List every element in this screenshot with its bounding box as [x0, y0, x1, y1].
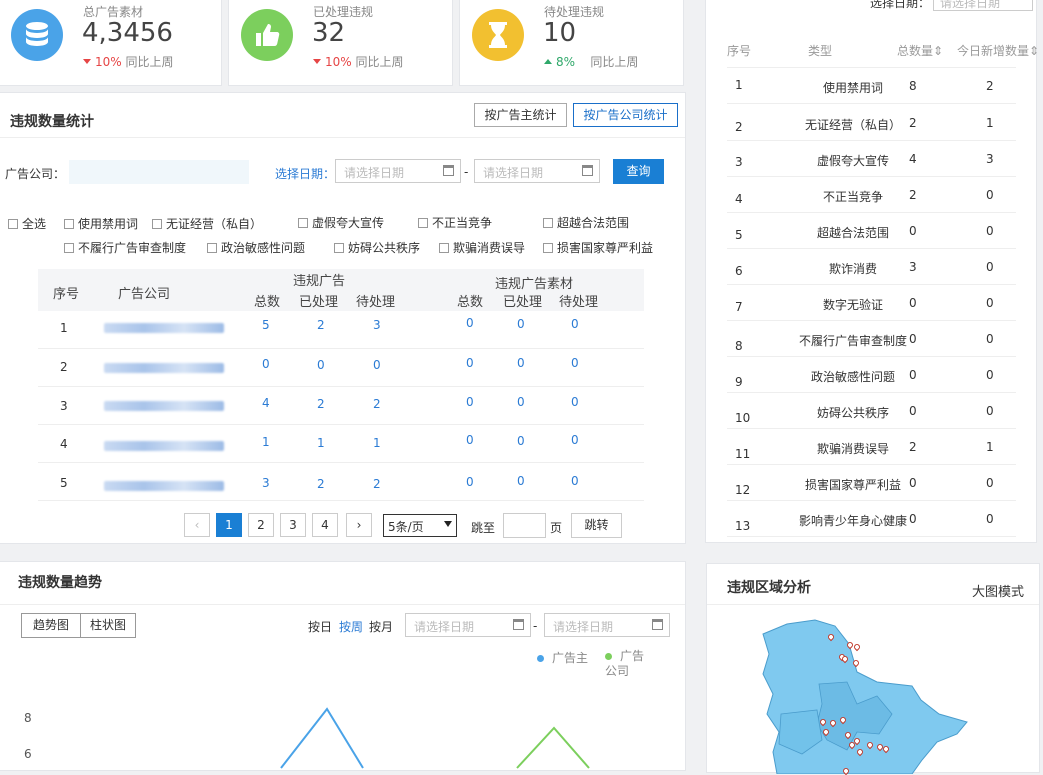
- goto-page-input[interactable]: [503, 513, 546, 538]
- type-table-row[interactable]: 4 不正当竞争 2 0: [727, 177, 1016, 213]
- page-1-button[interactable]: 1: [216, 513, 242, 537]
- trend-panel: 违规数量趋势 趋势图 柱状图 按日 按周 按月 请选择日期 - 请选择日期 广告…: [0, 561, 686, 771]
- checkbox-unlicensed[interactable]: 无证经营（私自）: [152, 215, 262, 232]
- checkbox-misleading[interactable]: 欺骗消费误导: [439, 239, 525, 256]
- page-unit-label: 页: [550, 521, 563, 535]
- col-group-materials: 违规广告素材: [495, 277, 574, 292]
- checkbox-unfair-competition[interactable]: 不正当竞争: [418, 214, 492, 231]
- start-date-input[interactable]: 请选择日期: [335, 159, 461, 183]
- checkbox-no-review[interactable]: 不履行广告审查制度: [64, 239, 186, 256]
- company-name-redacted[interactable]: [104, 481, 224, 491]
- stat-card-processed: 已处理违规 32 10% 同比上周: [228, 0, 453, 86]
- calendar-icon: [443, 165, 454, 176]
- arrow-down-icon: [83, 59, 91, 64]
- query-button[interactable]: 查询: [613, 159, 664, 184]
- type-table-row[interactable]: 3 虚假夸大宣传 4 3: [727, 141, 1016, 177]
- col-done-2: 已处理: [503, 295, 543, 310]
- col-total: 总数: [254, 295, 281, 310]
- company-name-redacted[interactable]: [104, 441, 224, 451]
- hourglass-icon: [472, 9, 524, 61]
- col-total-2: 总数: [457, 295, 484, 310]
- type-table-row[interactable]: 13 影响青少年身心健康 0 0: [727, 501, 1016, 537]
- database-icon: [11, 9, 63, 61]
- company-label: 广告公司：: [5, 167, 66, 181]
- table-row[interactable]: 1 5 2 3 0 0 0: [38, 311, 644, 349]
- by-company-button[interactable]: 按广告公司统计: [573, 103, 678, 127]
- page-size-select[interactable]: 5条/页: [383, 514, 457, 537]
- goto-label: 跳至: [471, 521, 496, 535]
- date-label: 选择日期：: [275, 167, 336, 181]
- panel-title: 违规数量统计: [10, 114, 94, 130]
- checkbox-beyond-scope[interactable]: 超越合法范围: [543, 214, 629, 231]
- end-date-input[interactable]: 请选择日期: [474, 159, 600, 183]
- type-table-row[interactable]: 10 妨碍公共秩序 0 0: [727, 393, 1016, 429]
- jump-button[interactable]: 跳转: [571, 513, 622, 538]
- page-4-button[interactable]: 4: [312, 513, 338, 537]
- dropdown-arrow-icon: [444, 521, 452, 527]
- table-row[interactable]: 5 3 2 2 0 0 0: [38, 463, 644, 501]
- thumbs-up-icon: [241, 9, 293, 61]
- company-input[interactable]: [69, 160, 249, 184]
- col-done: 已处理: [299, 295, 339, 310]
- arrow-down-icon: [313, 59, 321, 64]
- right-date-input[interactable]: 请选择日期: [933, 0, 1033, 11]
- type-table-row[interactable]: 8 不履行广告审查制度 0 0: [727, 321, 1016, 357]
- prev-page-button[interactable]: ‹: [184, 513, 210, 537]
- type-table-row[interactable]: 7 数字无验证 0 0: [727, 285, 1016, 321]
- checkbox-false-advertising[interactable]: 虚假夸大宣传: [298, 214, 384, 231]
- type-table-row[interactable]: 2 无证经营（私自） 2 1: [727, 105, 1016, 141]
- col-pending: 待处理: [356, 295, 396, 310]
- right-date-label: 选择日期：: [870, 0, 931, 10]
- by-advertiser-button[interactable]: 按广告主统计: [474, 103, 567, 127]
- company-name-redacted[interactable]: [104, 401, 224, 411]
- table-row[interactable]: 3 4 2 2 0 0 0: [38, 387, 644, 425]
- company-name-redacted[interactable]: [104, 363, 224, 373]
- type-table-row[interactable]: 9 政治敏感性问题 0 0: [727, 357, 1016, 393]
- series-company-line: [516, 726, 590, 769]
- checkbox-public-order[interactable]: 妨碍公共秩序: [334, 239, 420, 256]
- region-panel: 违规区域分析 大图模式: [706, 563, 1040, 775]
- stat-card-pending: 待处理违规 10 8% 同比上周: [459, 0, 684, 86]
- series-advertiser-line: [280, 707, 364, 769]
- type-table-row[interactable]: 1 使用禁用词 8 2: [727, 68, 1016, 104]
- stat-value: 32: [312, 18, 346, 48]
- stat-value: 4,3456: [82, 18, 173, 48]
- type-table-row[interactable]: 11 欺骗消费误导 2 1: [727, 429, 1016, 465]
- sort-today[interactable]: 今日新增数量⇕: [957, 42, 1039, 59]
- stat-compare: 10% 同比上周: [83, 53, 174, 70]
- stat-value: 10: [543, 18, 577, 48]
- col-group-ads: 违规广告: [293, 274, 346, 289]
- type-table-row[interactable]: 12 损害国家尊严利益 0 0: [727, 465, 1016, 501]
- col-company: 广告公司: [118, 287, 171, 302]
- checkbox-select-all[interactable]: 全选: [8, 215, 46, 232]
- stat-compare: 8% 同比上周: [544, 53, 638, 70]
- type-table-row[interactable]: 6 欺诈消费 3 0: [727, 249, 1016, 285]
- sort-total[interactable]: 总数量⇕: [897, 42, 943, 59]
- arrow-up-icon: [544, 59, 552, 64]
- calendar-icon: [582, 165, 593, 176]
- col-no: 序号: [53, 287, 80, 302]
- stat-compare: 10% 同比上周: [313, 53, 404, 70]
- company-name-redacted[interactable]: [104, 323, 224, 333]
- trend-line-chart: [280, 707, 590, 769]
- col-pending-2: 待处理: [559, 295, 599, 310]
- table-row[interactable]: 4 1 1 1 0 0 0: [38, 425, 644, 463]
- right-table-header: 序号 类型 总数量⇕ 今日新增数量⇕: [727, 32, 1039, 68]
- checkbox-national-dignity[interactable]: 损害国家尊严利益: [543, 239, 653, 256]
- next-page-button[interactable]: ›: [346, 513, 372, 537]
- checkbox-banned-words[interactable]: 使用禁用词: [64, 215, 138, 232]
- checkbox-political[interactable]: 政治敏感性问题: [207, 239, 305, 256]
- date-separator: -: [464, 165, 469, 179]
- region-map[interactable]: [707, 564, 1039, 774]
- page-2-button[interactable]: 2: [248, 513, 274, 537]
- table-row[interactable]: 2 0 0 0 0 0 0: [38, 349, 644, 387]
- type-table-row[interactable]: 5 超越合法范围 0 0: [727, 213, 1016, 249]
- stat-card-total: 总广告素材 4,3456 10% 同比上周: [0, 0, 222, 86]
- page-3-button[interactable]: 3: [280, 513, 306, 537]
